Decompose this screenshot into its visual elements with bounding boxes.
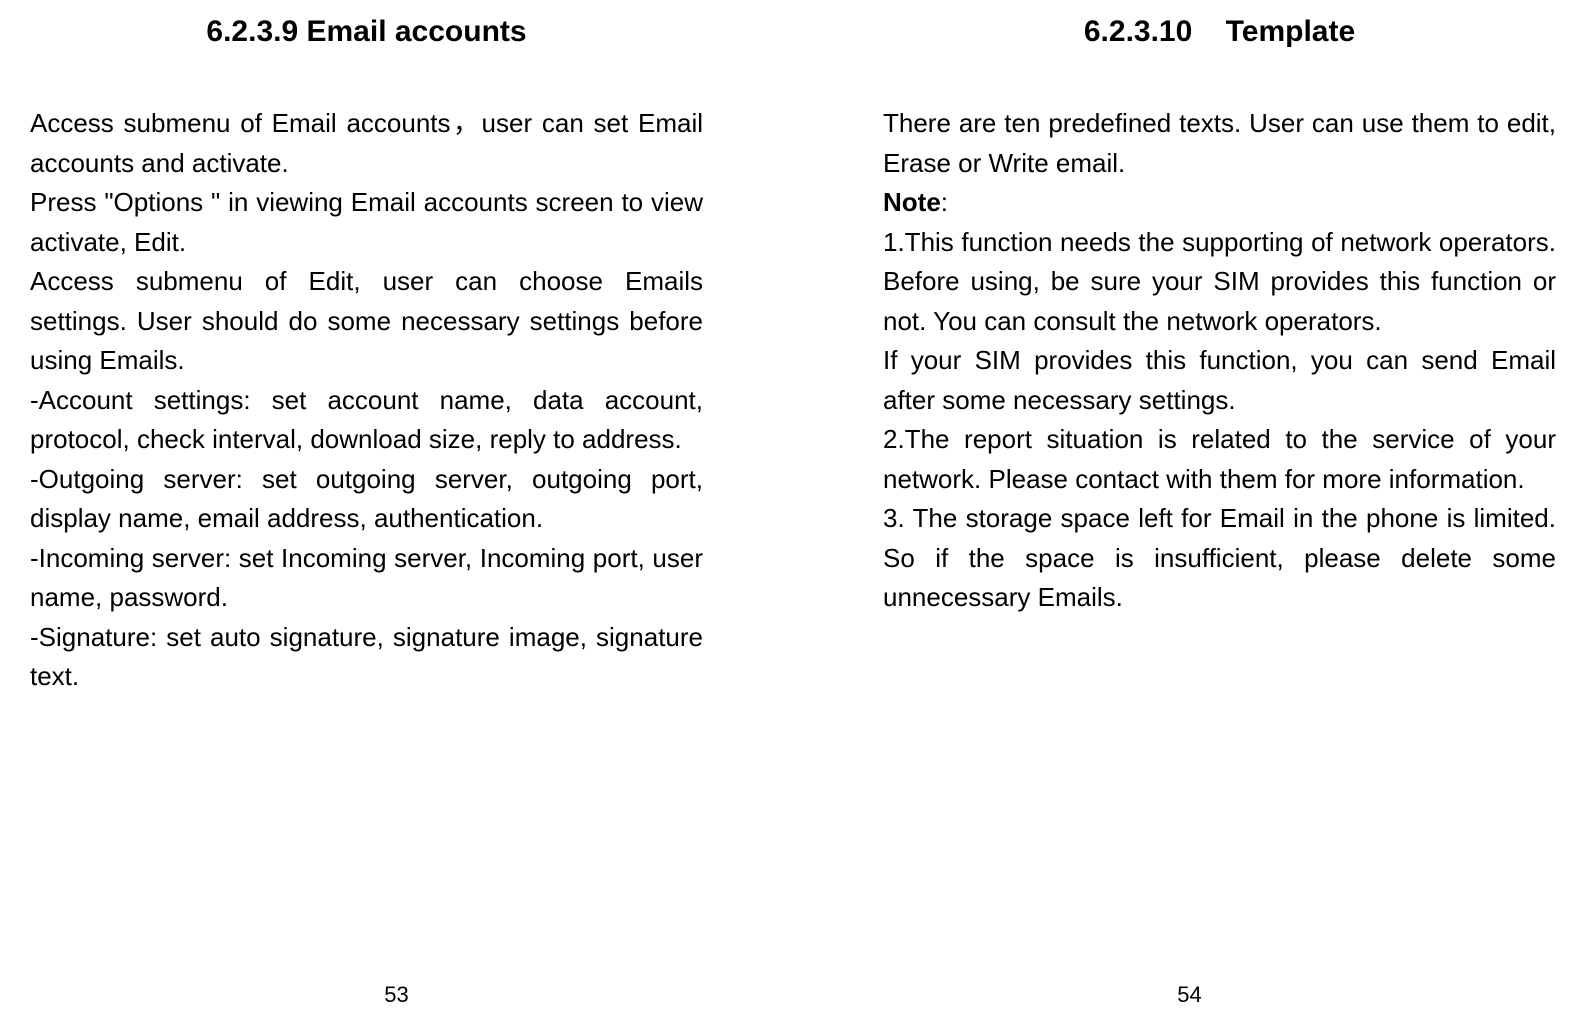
left-para-7: -Signature: set auto signature, signatur… xyxy=(30,618,703,697)
left-para-1: Access submenu of Email accounts，user ca… xyxy=(30,104,703,183)
right-page-number: 54 xyxy=(1177,982,1201,1008)
right-para-3: If your SIM provides this function, you … xyxy=(883,341,1556,420)
right-para-5: 3. The storage space left for Email in t… xyxy=(883,499,1556,618)
left-para-4: -Account settings: set account name, dat… xyxy=(30,381,703,460)
left-body: Access submenu of Email accounts，user ca… xyxy=(30,104,703,697)
right-note-label: Note xyxy=(883,187,941,217)
right-page: 6.2.3.10 Template There are ten predefin… xyxy=(793,0,1586,1023)
right-para-2: 1.This function needs the supporting of … xyxy=(883,223,1556,342)
left-page-number: 53 xyxy=(384,982,408,1008)
right-body: There are ten predefined texts. User can… xyxy=(883,104,1556,618)
right-heading-number: 6.2.3.10 xyxy=(1084,15,1192,48)
left-heading-number: 6.2.3.9 xyxy=(206,15,298,48)
right-para-4: 2.The report situation is related to the… xyxy=(883,420,1556,499)
left-para-5: -Outgoing server: set outgoing server, o… xyxy=(30,460,703,539)
left-para-6: -Incoming server: set Incoming server, I… xyxy=(30,539,703,618)
right-heading: 6.2.3.10 Template xyxy=(883,15,1556,49)
left-para-2: Press "Options " in viewing Email accoun… xyxy=(30,183,703,262)
left-page: 6.2.3.9 Email accounts Access submenu of… xyxy=(0,0,793,1023)
left-heading-text: Email accounts xyxy=(307,15,527,48)
right-note-line: Note: xyxy=(883,183,1556,223)
right-heading-text: Template xyxy=(1226,15,1355,48)
right-note-colon: : xyxy=(941,187,948,217)
left-para-3: Access submenu of Edit, user can choose … xyxy=(30,262,703,381)
left-heading: 6.2.3.9 Email accounts xyxy=(30,15,703,49)
right-para-1: There are ten predefined texts. User can… xyxy=(883,104,1556,183)
